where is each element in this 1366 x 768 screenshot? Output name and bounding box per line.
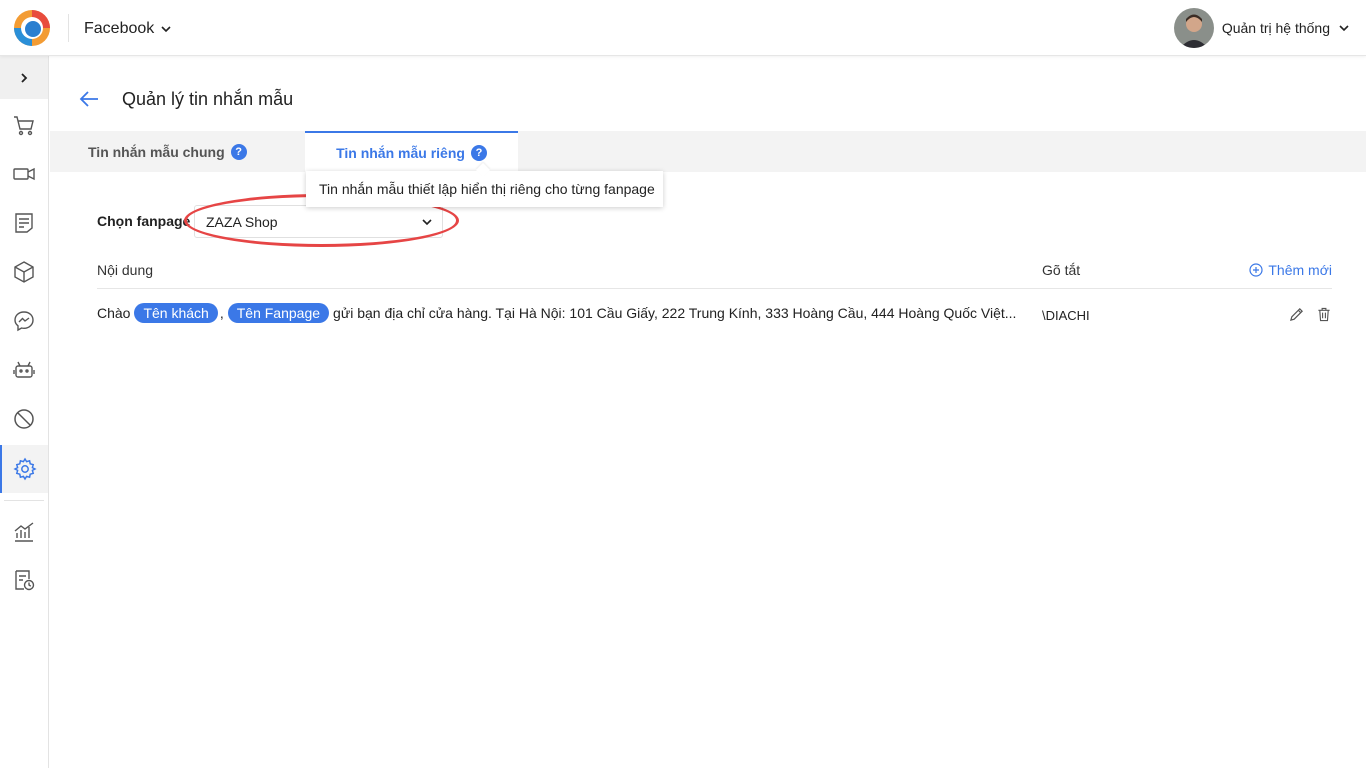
tab-label: Tin nhắn mẫu riêng — [336, 144, 465, 161]
user-menu[interactable]: Quản trị hệ thống — [1173, 8, 1350, 48]
tooltip-text: Tin nhắn mẫu thiết lập hiển thị riêng ch… — [319, 181, 655, 197]
box-icon — [14, 261, 34, 283]
page-title: Quản lý tin nhắn mẫu — [122, 88, 294, 109]
sidebar-divider — [4, 500, 44, 501]
help-tooltip: Tin nhắn mẫu thiết lập hiển thị riêng ch… — [306, 171, 663, 207]
table-header: Nội dung Gõ tắt Thêm mới — [97, 262, 1332, 289]
sidebar — [0, 56, 49, 768]
chevron-down-icon — [161, 26, 171, 33]
sidebar-item-products[interactable] — [0, 248, 48, 296]
help-icon[interactable]: ? — [230, 143, 247, 160]
tab-common-templates[interactable]: Tin nhắn mẫu chung ? — [88, 131, 248, 172]
help-icon[interactable]: ? — [470, 144, 487, 161]
variable-tag-customer-name: Tên khách — [134, 303, 218, 323]
sidebar-expand-button[interactable] — [0, 56, 48, 99]
content-text: gửi bạn địa chỉ cửa hàng. Tại Hà Nội: 10… — [333, 305, 1017, 321]
variable-tag-fanpage-name: Tên Fanpage — [227, 303, 330, 323]
sidebar-item-orders[interactable] — [0, 101, 48, 149]
template-content: Chào Tên khách , Tên Fanpage gửi bạn địa… — [97, 303, 1016, 323]
sidebar-item-posts[interactable] — [0, 199, 48, 247]
app-logo[interactable] — [12, 8, 52, 48]
user-name: Quản trị hệ thống — [1221, 20, 1330, 36]
fanpage-label: Chọn fanpage — [97, 213, 191, 229]
arrow-left-icon — [79, 91, 98, 107]
gear-icon — [13, 457, 37, 481]
avatar — [1173, 8, 1214, 48]
sidebar-item-bot[interactable] — [0, 346, 48, 394]
pencil-icon — [1289, 307, 1303, 321]
block-icon — [14, 409, 34, 429]
messenger-icon — [14, 311, 34, 332]
table-row: Chào Tên khách , Tên Fanpage gửi bạn địa… — [97, 300, 1332, 330]
column-header-content: Nội dung — [97, 262, 154, 278]
content-prefix: Chào — [97, 305, 131, 321]
sidebar-item-schedule[interactable] — [0, 556, 48, 604]
row-actions — [1288, 306, 1332, 322]
sidebar-item-livestream[interactable] — [0, 150, 48, 198]
top-bar: Facebook Quản trị hệ thống — [0, 0, 1366, 56]
fanpage-selected-value: ZAZA Shop — [206, 213, 278, 230]
chevron-down-icon — [1339, 25, 1349, 32]
app-switcher[interactable]: Facebook — [84, 18, 172, 40]
add-new-button[interactable]: Thêm mới — [1249, 262, 1332, 278]
column-header-shortcut: Gõ tắt — [1042, 262, 1081, 278]
back-button[interactable] — [78, 88, 100, 110]
sidebar-item-blocked[interactable] — [0, 395, 48, 443]
page-header: Quản lý tin nhắn mẫu — [78, 86, 293, 112]
chart-icon — [14, 522, 34, 542]
app-switcher-label: Facebook — [84, 20, 155, 37]
robot-icon — [13, 361, 35, 378]
fanpage-select[interactable]: ZAZA Shop — [194, 205, 443, 238]
document-icon — [15, 213, 33, 233]
chevron-right-icon — [21, 72, 28, 83]
cart-icon — [14, 116, 34, 136]
edit-button[interactable] — [1288, 306, 1304, 322]
add-new-label: Thêm mới — [1268, 262, 1332, 278]
plus-circle-icon — [1249, 263, 1263, 277]
sidebar-item-settings[interactable] — [0, 445, 48, 493]
template-shortcut: \DIACHI — [1042, 308, 1090, 323]
sidebar-item-reports[interactable] — [0, 508, 48, 556]
schedule-icon — [15, 570, 35, 591]
trash-icon — [1318, 307, 1330, 321]
sidebar-item-messages[interactable] — [0, 297, 48, 345]
tab-bar: Tin nhắn mẫu chung ? Tin nhắn mẫu riêng … — [50, 131, 1366, 172]
delete-button[interactable] — [1316, 306, 1332, 322]
content-separator: , — [219, 305, 224, 321]
video-icon — [13, 167, 35, 181]
chevron-down-icon — [422, 218, 432, 225]
tab-label: Tin nhắn mẫu chung — [88, 143, 225, 160]
topbar-divider — [68, 14, 69, 42]
